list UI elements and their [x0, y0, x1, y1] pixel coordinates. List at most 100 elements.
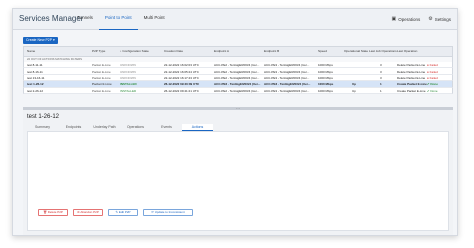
cell-last-jobs: 3 [380, 75, 382, 80]
column-header[interactable]: P2P Type [92, 49, 105, 53]
actions-panel: 🗑 Delete P2P ⊘ Abandon P2P ✎ Edit P2P ⟳ … [27, 131, 449, 231]
column-header[interactable]: Endpoint B [264, 49, 279, 53]
table-header: Name P2P Type ↓ Configuration State Crea… [23, 46, 453, 57]
cell-endpoint-b: ACC-PE3 - TenGigE0/0/0/4 (Uer... [264, 69, 310, 74]
chevron-down-icon: ▾ [53, 38, 55, 42]
cell-op-state: Up [352, 82, 356, 87]
operations-icon: ▣ [391, 16, 397, 22]
create-p2p-button[interactable]: Create New P2P ▾ [23, 37, 58, 44]
error-icon: ● [427, 63, 429, 68]
app-window: Services Manager Tunnels Point to Point … [12, 8, 458, 236]
delete-p2p-button[interactable]: 🗑 Delete P2P [38, 209, 68, 216]
tab-summary[interactable]: Summary [27, 124, 58, 131]
nav-tunnels[interactable]: Tunnels [71, 15, 99, 30]
p2p-table: Name P2P Type ↓ Configuration State Crea… [23, 46, 453, 94]
cell-date: 26-12-2022 09:40:09 UTC [164, 82, 200, 87]
settings-label: Settings [434, 16, 451, 22]
cell-last-op-status: ✔ Done [427, 88, 438, 93]
cell-endpoint-a: ACC-PE2 - TenGigE0/0/0/4 (Uer... [214, 82, 261, 87]
operations-label: Operations [398, 16, 421, 22]
cell-speed: 1000 Mbps [318, 82, 334, 87]
cell-last-jobs: 3 [380, 69, 382, 74]
tab-events[interactable]: Events [151, 124, 182, 131]
cell-config: UNKNOWN [120, 63, 136, 68]
cell-last-op-status: ● Failed [427, 69, 438, 74]
edit-p2p-button[interactable]: ✎ Edit P2P [108, 209, 138, 216]
top-bar: Services Manager Tunnels Point to Point … [13, 9, 457, 30]
column-header[interactable]: Last Operation [397, 49, 417, 53]
cell-type: Packet E-Line [92, 69, 111, 74]
tab-operations[interactable]: Operations [120, 124, 151, 131]
main-nav: Tunnels Point to Point Multi Point [71, 15, 171, 30]
cell-speed: 1000 Mbps [318, 88, 333, 93]
cell-name: test 13-16-11 [27, 75, 45, 80]
column-header-label: Configuration State [122, 49, 149, 53]
tab-endpoints[interactable]: Endpoints [58, 124, 89, 131]
error-icon: ● [427, 69, 429, 74]
cell-type: Packet E-Line [92, 82, 112, 87]
cell-type: Packet E-Line [92, 63, 111, 68]
action-buttons: 🗑 Delete P2P ⊘ Abandon P2P ✎ Edit P2P ⟳ … [38, 209, 193, 216]
cell-last-op: Delete Packet E-Line [397, 69, 426, 74]
cell-endpoint-a: ACC-PE2 - TenGigE0/0/0/4 (Uer... [214, 88, 260, 93]
column-header[interactable]: ↓ Configuration State [120, 49, 149, 53]
nav-multi-point[interactable]: Multi Point [138, 15, 171, 30]
cell-endpoint-a: ACC-PE2 - TenGigE0/0/0/4 (Uer... [214, 75, 260, 80]
cell-name: test 2-26-12 [27, 88, 44, 93]
column-header[interactable]: Creation Date [164, 49, 183, 53]
table-row[interactable]: test 2-26-12 Packet E-Line INSTALLED 26-… [23, 87, 453, 94]
cell-last-jobs: 3 [380, 63, 382, 68]
cell-endpoint-b: ACC-PE3 - TenGigE0/0/0/4 (Uer... [264, 82, 311, 87]
cell-name: test 1-26-12 [27, 82, 44, 87]
settings-button[interactable]: ⚙ Settings [428, 16, 451, 22]
operations-button[interactable]: ▣ Operations [392, 16, 421, 22]
cell-endpoint-b: ACC-PE3 - TenGigE0/0/0/4 (Uer... [264, 63, 310, 68]
column-header[interactable]: Operational State [344, 49, 368, 53]
column-header[interactable]: Last Job Operations [369, 49, 397, 53]
cell-endpoint-a: ACC-PE2 - TenGigE0/0/0/4 (Uer... [214, 63, 260, 68]
nav-point-to-point[interactable]: Point to Point [98, 15, 138, 30]
top-right-controls: ▣ Operations ⚙ Settings [392, 16, 452, 22]
cell-date: 22-12-2022 16:02:03 UTC [164, 63, 199, 68]
column-header[interactable]: Name [27, 49, 35, 53]
cell-speed: 1000 Mbps [318, 75, 333, 80]
gear-icon: ⚙ [428, 16, 433, 22]
cell-name: test 8-16-11 [27, 69, 43, 74]
detail-title: test 1-26-12 [27, 114, 60, 120]
cell-last-op-status: ✔ Done [427, 82, 438, 87]
cell-speed: 1000 Mbps [318, 63, 333, 68]
abandon-p2p-button[interactable]: ⊘ Abandon P2P [73, 209, 103, 216]
tab-actions[interactable]: Actions [182, 124, 213, 131]
cell-last-jobs: 1 [380, 82, 382, 87]
cell-name: test 8-11-11 [27, 63, 43, 68]
cell-date: 26-12-2022 09:41:21 UTC [164, 88, 199, 93]
cell-last-jobs: 1 [380, 88, 382, 93]
cell-endpoint-a: ACC-PE2 - TenGigE0/0/0/4 (Uer... [214, 69, 260, 74]
cell-date: 22-12-2022 16:05:24 UTC [164, 69, 199, 74]
detail-tabs: Summary Endpoints Underlay Path Operatio… [27, 124, 213, 131]
cell-type: Packet E-Line [92, 88, 111, 93]
cell-last-op: Create Packet E-Line [397, 88, 426, 93]
cell-last-op: Create Packet E-Line [397, 82, 427, 87]
update-inconsistent-button[interactable]: ⟳ Update to Inconsistent [143, 209, 193, 216]
tab-underlay-path[interactable]: Underlay Path [89, 124, 120, 131]
cell-speed: 1000 Mbps [318, 69, 333, 74]
detail-pane: test 1-26-12 Summary Endpoints Underlay … [23, 110, 453, 235]
cell-endpoint-b: ACC-PE3 - TenGigE0/0/0/4 (Uer... [264, 88, 310, 93]
create-p2p-label: Create New P2P [26, 38, 53, 42]
cell-config: UNKNOWN [120, 75, 136, 80]
cell-date: 22-12-2022 16:17:43 UTC [164, 75, 199, 80]
cell-type: Packet E-Line [92, 75, 111, 80]
cell-last-op-status: ● Failed [427, 75, 438, 80]
cell-last-op-status: ● Failed [427, 63, 438, 68]
cell-config: INSTALLED [120, 88, 137, 93]
cell-config: UNKNOWN [120, 69, 136, 74]
cell-endpoint-b: ACC-PE3 - TenGigE0/0/0/4 (Uer... [264, 75, 310, 80]
column-header[interactable]: Endpoint A [214, 49, 229, 53]
cell-config: INSTALLED [120, 82, 137, 87]
error-icon: ● [427, 75, 429, 80]
cell-last-op: Delete Packet E-Line [397, 63, 426, 68]
cell-last-op: Delete Packet E-Line [397, 75, 426, 80]
column-header[interactable]: Speed [318, 49, 327, 53]
cell-op-state: Up [352, 88, 356, 93]
